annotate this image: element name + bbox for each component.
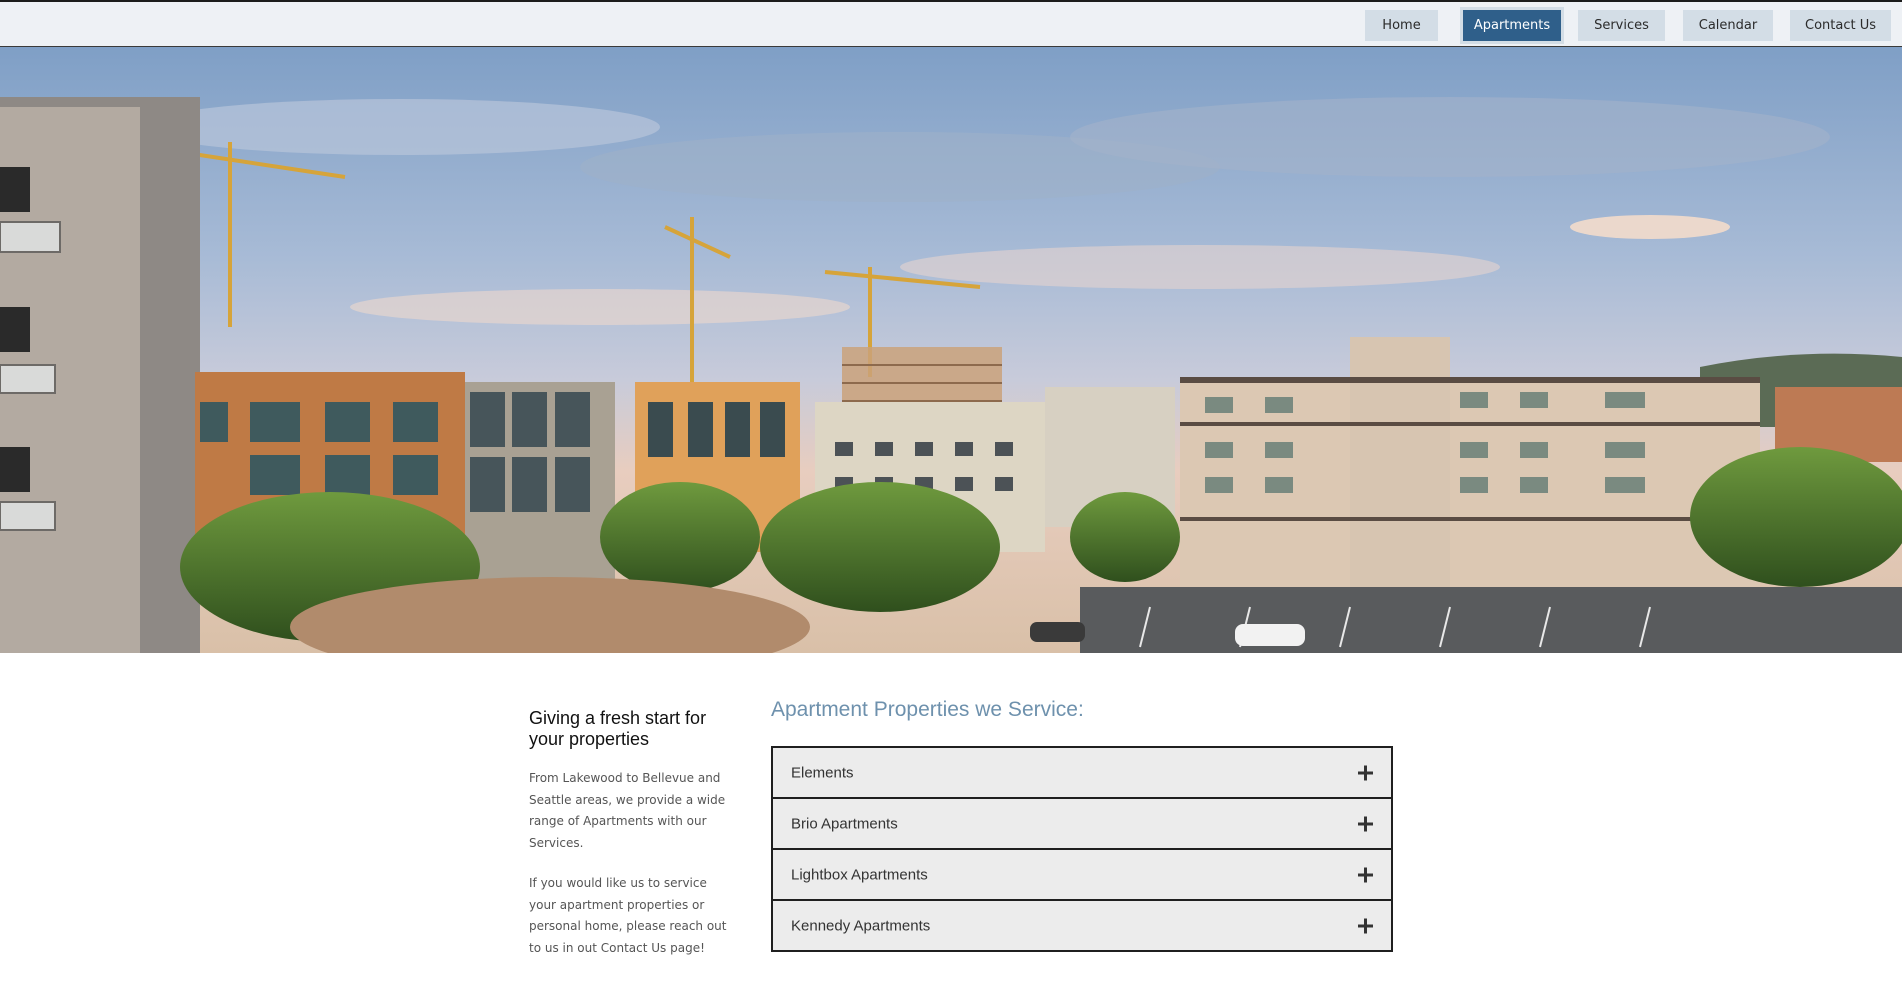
- plus-icon: [1358, 867, 1373, 882]
- accordion-item-label: Lightbox Apartments: [791, 866, 928, 883]
- apartment-cityscape-photo: [0, 47, 1902, 653]
- nav-item-home[interactable]: Home: [1365, 10, 1438, 41]
- plus-icon: [1358, 816, 1373, 831]
- intro-paragraph-1: From Lakewood to Bellevue and Seattle ar…: [529, 771, 726, 850]
- intro-heading: Giving a fresh start for your properties: [529, 708, 707, 749]
- accordion-item-kennedy-apartments[interactable]: Kennedy Apartments: [771, 899, 1393, 952]
- accordion-item-elements[interactable]: Elements: [771, 746, 1393, 799]
- nav-item-apartments[interactable]: Apartments: [1460, 7, 1564, 44]
- plus-icon: [1358, 918, 1373, 933]
- accordion-item-brio-apartments[interactable]: Brio Apartments: [771, 797, 1393, 850]
- nav-item-contact-us[interactable]: Contact Us: [1790, 10, 1891, 41]
- properties-title: Apartment Properties we Service:: [771, 698, 1084, 721]
- hero-banner-image: [0, 47, 1902, 653]
- nav-item-calendar[interactable]: Calendar: [1683, 10, 1773, 41]
- accordion-item-label: Brio Apartments: [791, 815, 898, 832]
- accordion-item-label: Elements: [791, 764, 854, 781]
- plus-icon: [1358, 765, 1373, 780]
- top-nav-bar: Home Apartments Services Calendar Contac…: [0, 0, 1902, 47]
- properties-accordion: Elements Brio Apartments Lightbox Apartm…: [771, 746, 1393, 952]
- nav-item-services[interactable]: Services: [1578, 10, 1665, 41]
- intro-text-column: Giving a fresh start for your properties…: [529, 708, 729, 978]
- accordion-item-label: Kennedy Apartments: [791, 917, 931, 934]
- intro-paragraph-2: If you would like us to service your apa…: [529, 876, 727, 955]
- accordion-item-lightbox-apartments[interactable]: Lightbox Apartments: [771, 848, 1393, 901]
